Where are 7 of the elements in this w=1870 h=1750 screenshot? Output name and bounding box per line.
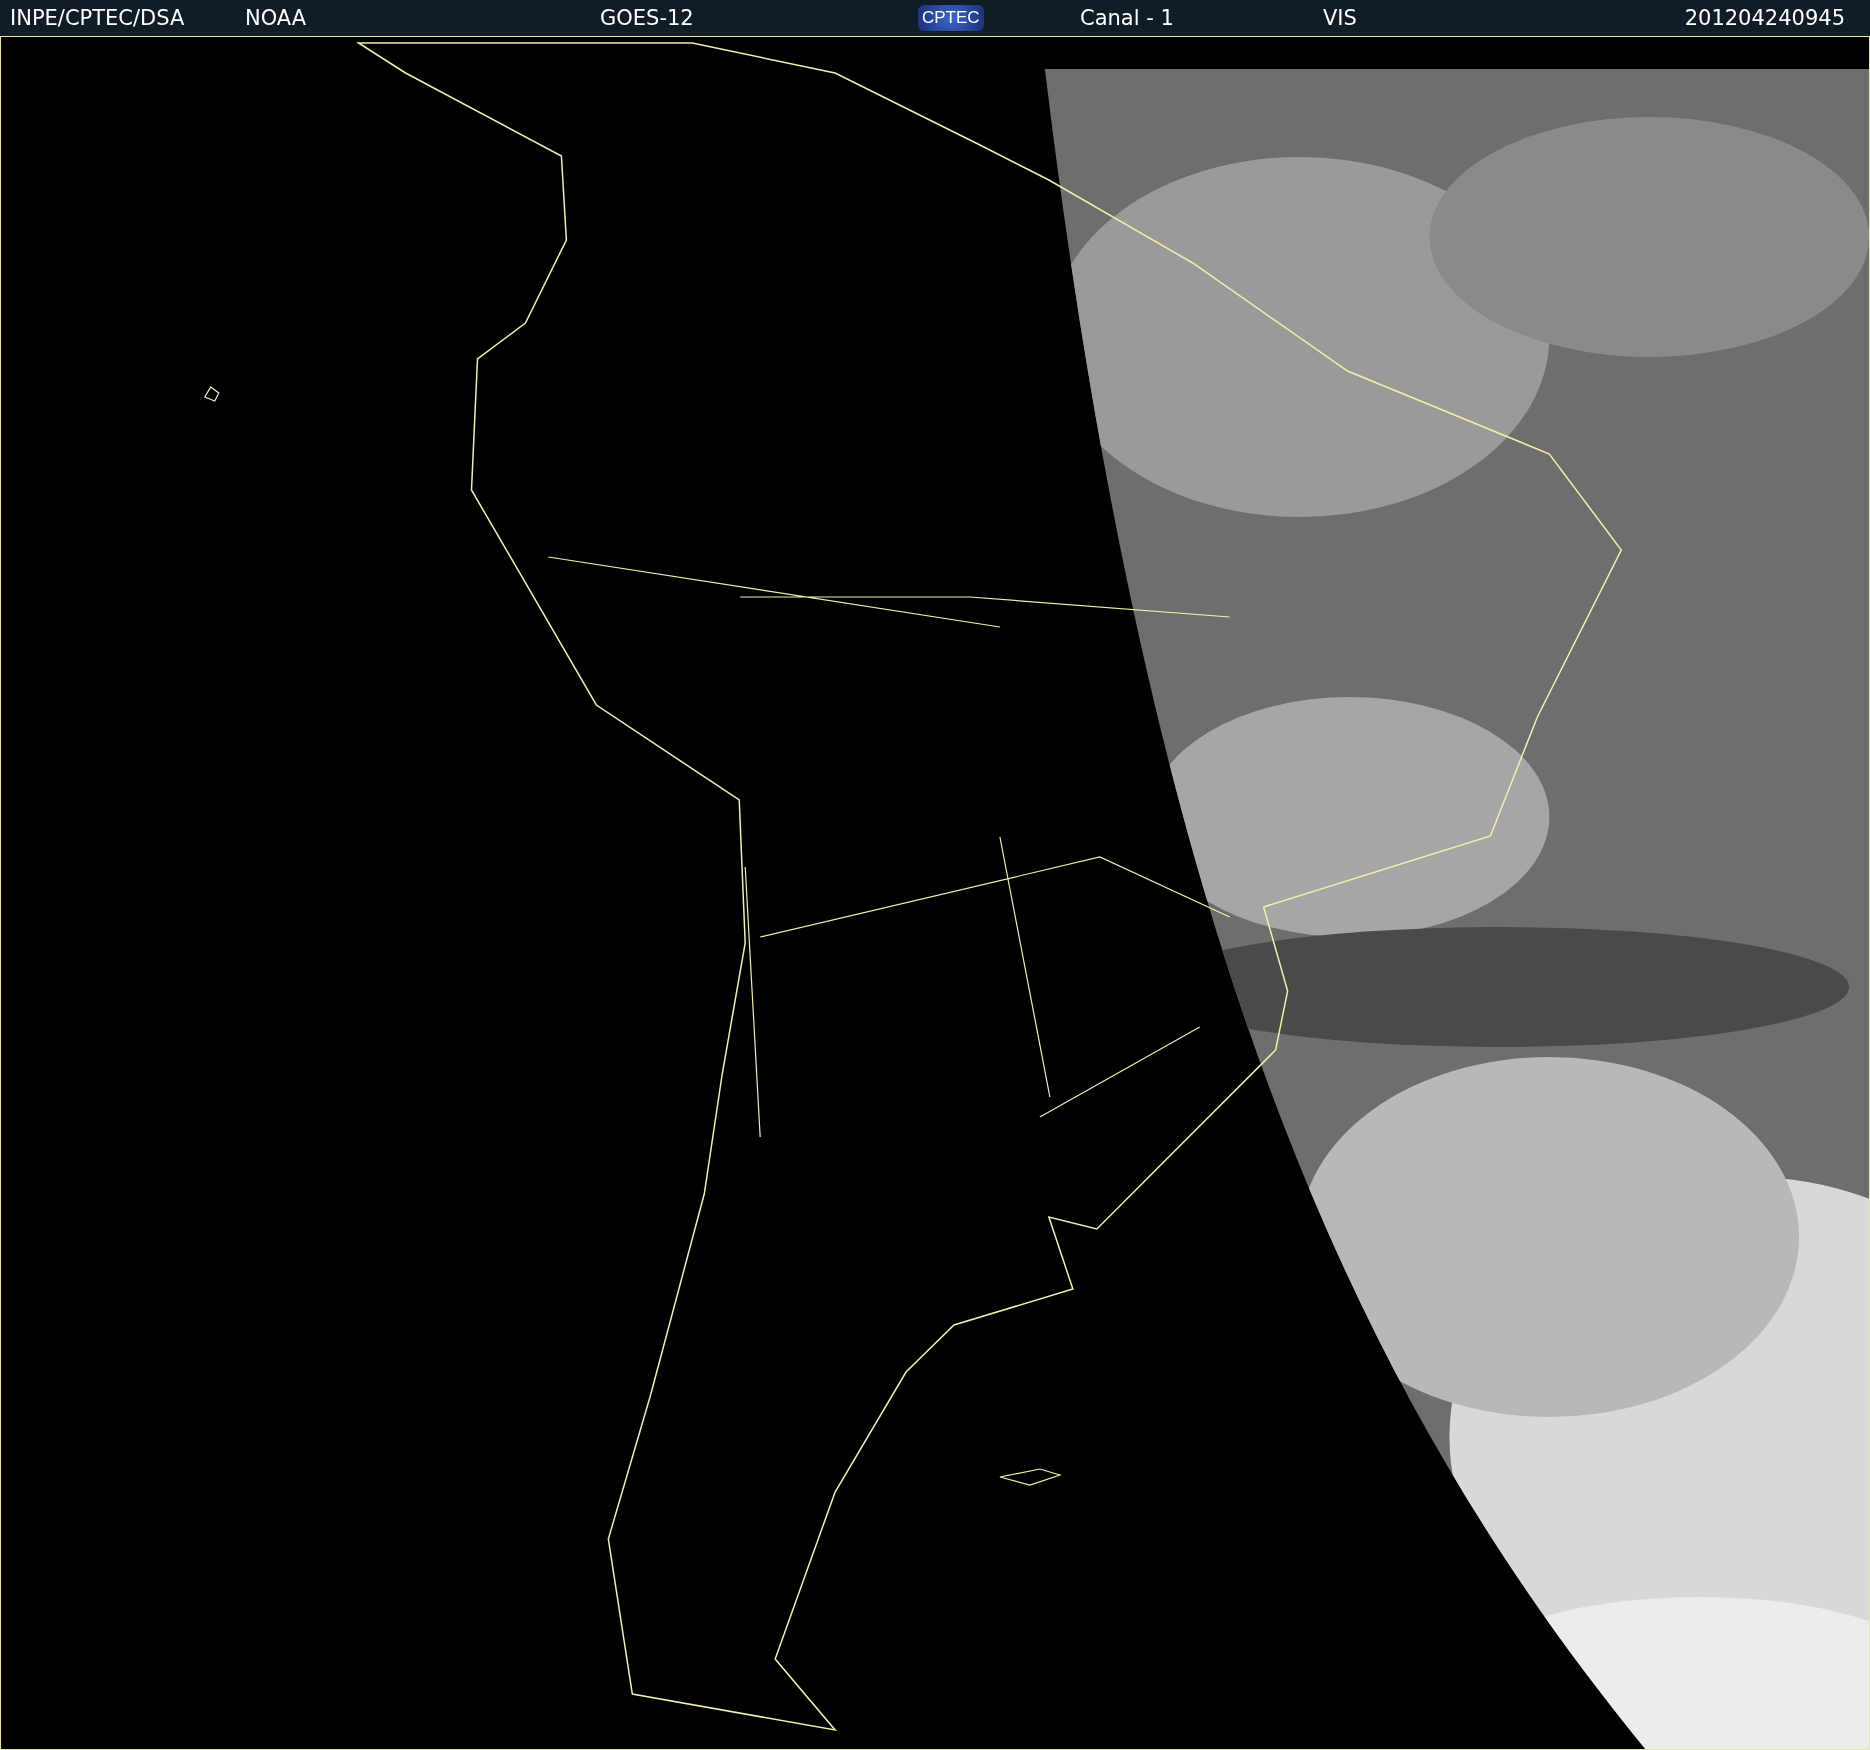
header-label: GOES-12: [600, 6, 694, 30]
header-label: Canal - 1: [1080, 6, 1174, 30]
header-label: INPE/CPTEC/DSA: [10, 6, 185, 30]
header-label: NOAA: [245, 6, 307, 30]
cptec-logo: CPTEC: [918, 5, 984, 31]
header-label: VIS: [1323, 6, 1357, 30]
header-label: 201204240945: [1684, 6, 1845, 30]
